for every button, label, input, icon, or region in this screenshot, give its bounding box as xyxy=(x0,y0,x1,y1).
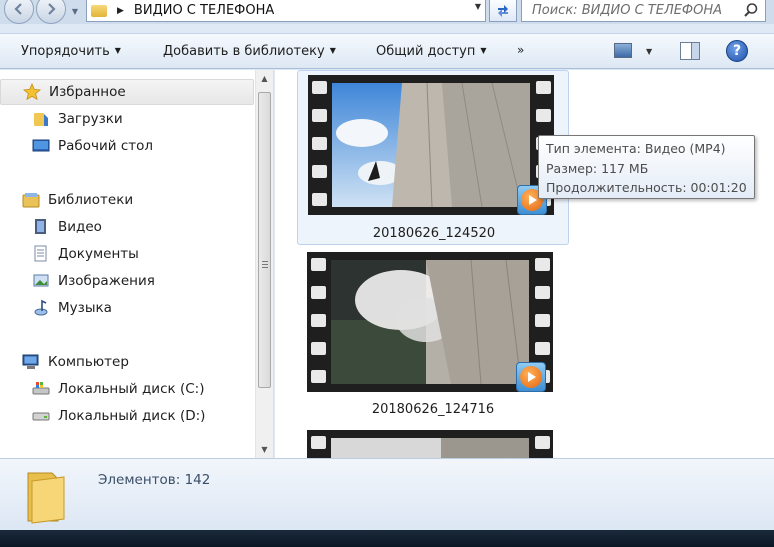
nav-label-computer: Компьютер xyxy=(48,354,129,370)
add-to-library-label: Добавить в библиотеку xyxy=(163,44,325,59)
tooltip-type: Тип элемента: Видео (MP4) xyxy=(546,141,726,156)
file-name: 20180626_124520 xyxy=(372,226,496,241)
preview-pane-icon[interactable] xyxy=(680,42,700,60)
nav-label-images: Изображения xyxy=(58,273,155,289)
scroll-up-arrow-icon[interactable]: ▲ xyxy=(256,70,273,87)
computer-icon xyxy=(22,354,39,369)
breadcrumb-folder[interactable]: ВИДИО С ТЕЛЕФОНА xyxy=(134,3,274,18)
nav-label-documents: Документы xyxy=(58,246,139,262)
forward-button[interactable] xyxy=(36,0,66,24)
nav-item-favorites[interactable]: Избранное xyxy=(0,79,254,105)
search-icon[interactable] xyxy=(743,2,759,18)
media-player-icon xyxy=(516,362,546,392)
content-scrollbar[interactable] xyxy=(756,70,774,458)
libraries-icon xyxy=(22,193,40,208)
file-list: 20180626_124520 20180626_124716 xyxy=(275,70,774,458)
system-drive-icon xyxy=(32,382,50,395)
nav-label-libraries: Библиотеки xyxy=(48,192,134,208)
organize-menu[interactable]: Упорядочить ▼ xyxy=(21,44,121,59)
nav-label-desktop: Рабочий стол xyxy=(58,138,153,154)
back-button[interactable] xyxy=(4,0,34,24)
chevron-down-icon: ▼ xyxy=(480,46,487,55)
nav-item-desktop[interactable]: Рабочий стол xyxy=(0,133,254,159)
music-library-icon xyxy=(34,299,48,316)
share-label: Общий доступ xyxy=(376,44,476,59)
forward-arrow-icon xyxy=(48,3,56,15)
share-menu[interactable]: Общий доступ ▼ xyxy=(376,44,487,59)
video-library-icon xyxy=(35,219,46,234)
documents-library-icon xyxy=(34,245,47,262)
film-strip-icon xyxy=(307,252,329,392)
file-info-tooltip: Тип элемента: Видео (MP4) Размер: 117 МБ… xyxy=(538,135,755,199)
nav-item-computer[interactable]: Компьютер xyxy=(0,349,254,375)
nav-item-video[interactable]: Видео xyxy=(0,214,254,240)
nav-label-favorites: Избранное xyxy=(49,84,126,100)
address-dropdown[interactable]: ▼ xyxy=(475,2,481,11)
tooltip-duration: Продолжительность: 00:01:20 xyxy=(546,180,747,195)
grip-icon xyxy=(262,261,268,268)
nav-label-video: Видео xyxy=(58,219,102,235)
nav-label-disk-c: Локальный диск (C:) xyxy=(58,381,205,397)
images-library-icon xyxy=(33,274,49,287)
breadcrumb-arrow-icon[interactable]: ▶ xyxy=(117,6,124,16)
video-frame-image xyxy=(331,438,529,458)
star-icon xyxy=(23,83,41,101)
nav-label-disk-d: Локальный диск (D:) xyxy=(58,408,206,424)
nav-label-music: Музыка xyxy=(58,300,112,316)
file-tile[interactable]: 20180626_124520 xyxy=(297,70,569,245)
video-frame-image xyxy=(332,83,530,207)
address-row: ▼ ▶ ВИДИО С ТЕЛЕФОНА ▼ Поиск: ВИДИО С ТЕ… xyxy=(0,0,774,24)
nav-item-libraries[interactable]: Библиотеки xyxy=(0,187,254,213)
chevron-down-icon: ▼ xyxy=(329,46,336,55)
navigation-pane: Избранное Загрузки Рабочий стол Библиоте… xyxy=(0,70,274,458)
folder-icon xyxy=(27,472,65,524)
film-strip-icon xyxy=(307,430,329,458)
recent-pages-dropdown[interactable]: ▼ xyxy=(70,4,80,18)
nav-item-disk-d[interactable]: Локальный диск (D:) xyxy=(0,403,254,429)
nav-item-downloads[interactable]: Загрузки xyxy=(0,106,254,132)
video-thumbnail xyxy=(307,430,553,458)
drive-icon xyxy=(32,412,50,421)
back-arrow-icon xyxy=(14,3,22,15)
help-button[interactable]: ? xyxy=(726,40,748,62)
command-bar: Упорядочить ▼ Добавить в библиотеку ▼ Общи… xyxy=(0,33,774,69)
tooltip-size: Размер: 117 МБ xyxy=(546,160,649,176)
nav-item-music[interactable]: Музыка xyxy=(0,295,254,321)
more-commands-button[interactable]: » xyxy=(517,43,524,57)
refresh-icon xyxy=(498,4,508,17)
file-tile[interactable]: 20180626_124716 xyxy=(297,248,569,423)
file-name: 20180626_124716 xyxy=(371,402,495,417)
search-input[interactable]: Поиск: ВИДИО С ТЕЛЕФОНА xyxy=(521,0,766,22)
nav-item-documents[interactable]: Документы xyxy=(0,241,254,267)
nav-item-images[interactable]: Изображения xyxy=(0,268,254,294)
film-strip-icon xyxy=(531,430,553,458)
downloads-folder-icon xyxy=(34,113,48,126)
folder-icon xyxy=(91,4,107,17)
search-placeholder: Поиск: ВИДИО С ТЕЛЕФОНА xyxy=(532,3,723,18)
item-count: Элементов: 142 xyxy=(98,472,211,488)
change-view-icon[interactable] xyxy=(614,43,632,58)
add-to-library-menu[interactable]: Добавить в библиотеку ▼ xyxy=(163,44,336,59)
refresh-button[interactable] xyxy=(489,0,517,22)
chevron-down-icon: ▼ xyxy=(114,46,121,55)
nav-item-disk-c[interactable]: Локальный диск (C:) xyxy=(0,376,254,402)
film-strip-icon xyxy=(308,75,330,215)
nav-scrollbar[interactable]: ▲ ▼ xyxy=(255,70,273,458)
video-frame-image xyxy=(331,260,529,384)
nav-label-downloads: Загрузки xyxy=(58,111,123,127)
scroll-down-arrow-icon[interactable]: ▼ xyxy=(256,441,273,458)
view-options-dropdown[interactable]: ▼ xyxy=(646,47,652,56)
address-box[interactable]: ▶ ВИДИО С ТЕЛЕФОНА ▼ xyxy=(86,0,486,22)
scroll-thumb[interactable] xyxy=(258,92,271,388)
taskbar-edge xyxy=(0,530,774,547)
desktop-icon xyxy=(32,139,50,152)
file-tile[interactable] xyxy=(297,426,569,458)
organize-label: Упорядочить xyxy=(21,44,110,59)
